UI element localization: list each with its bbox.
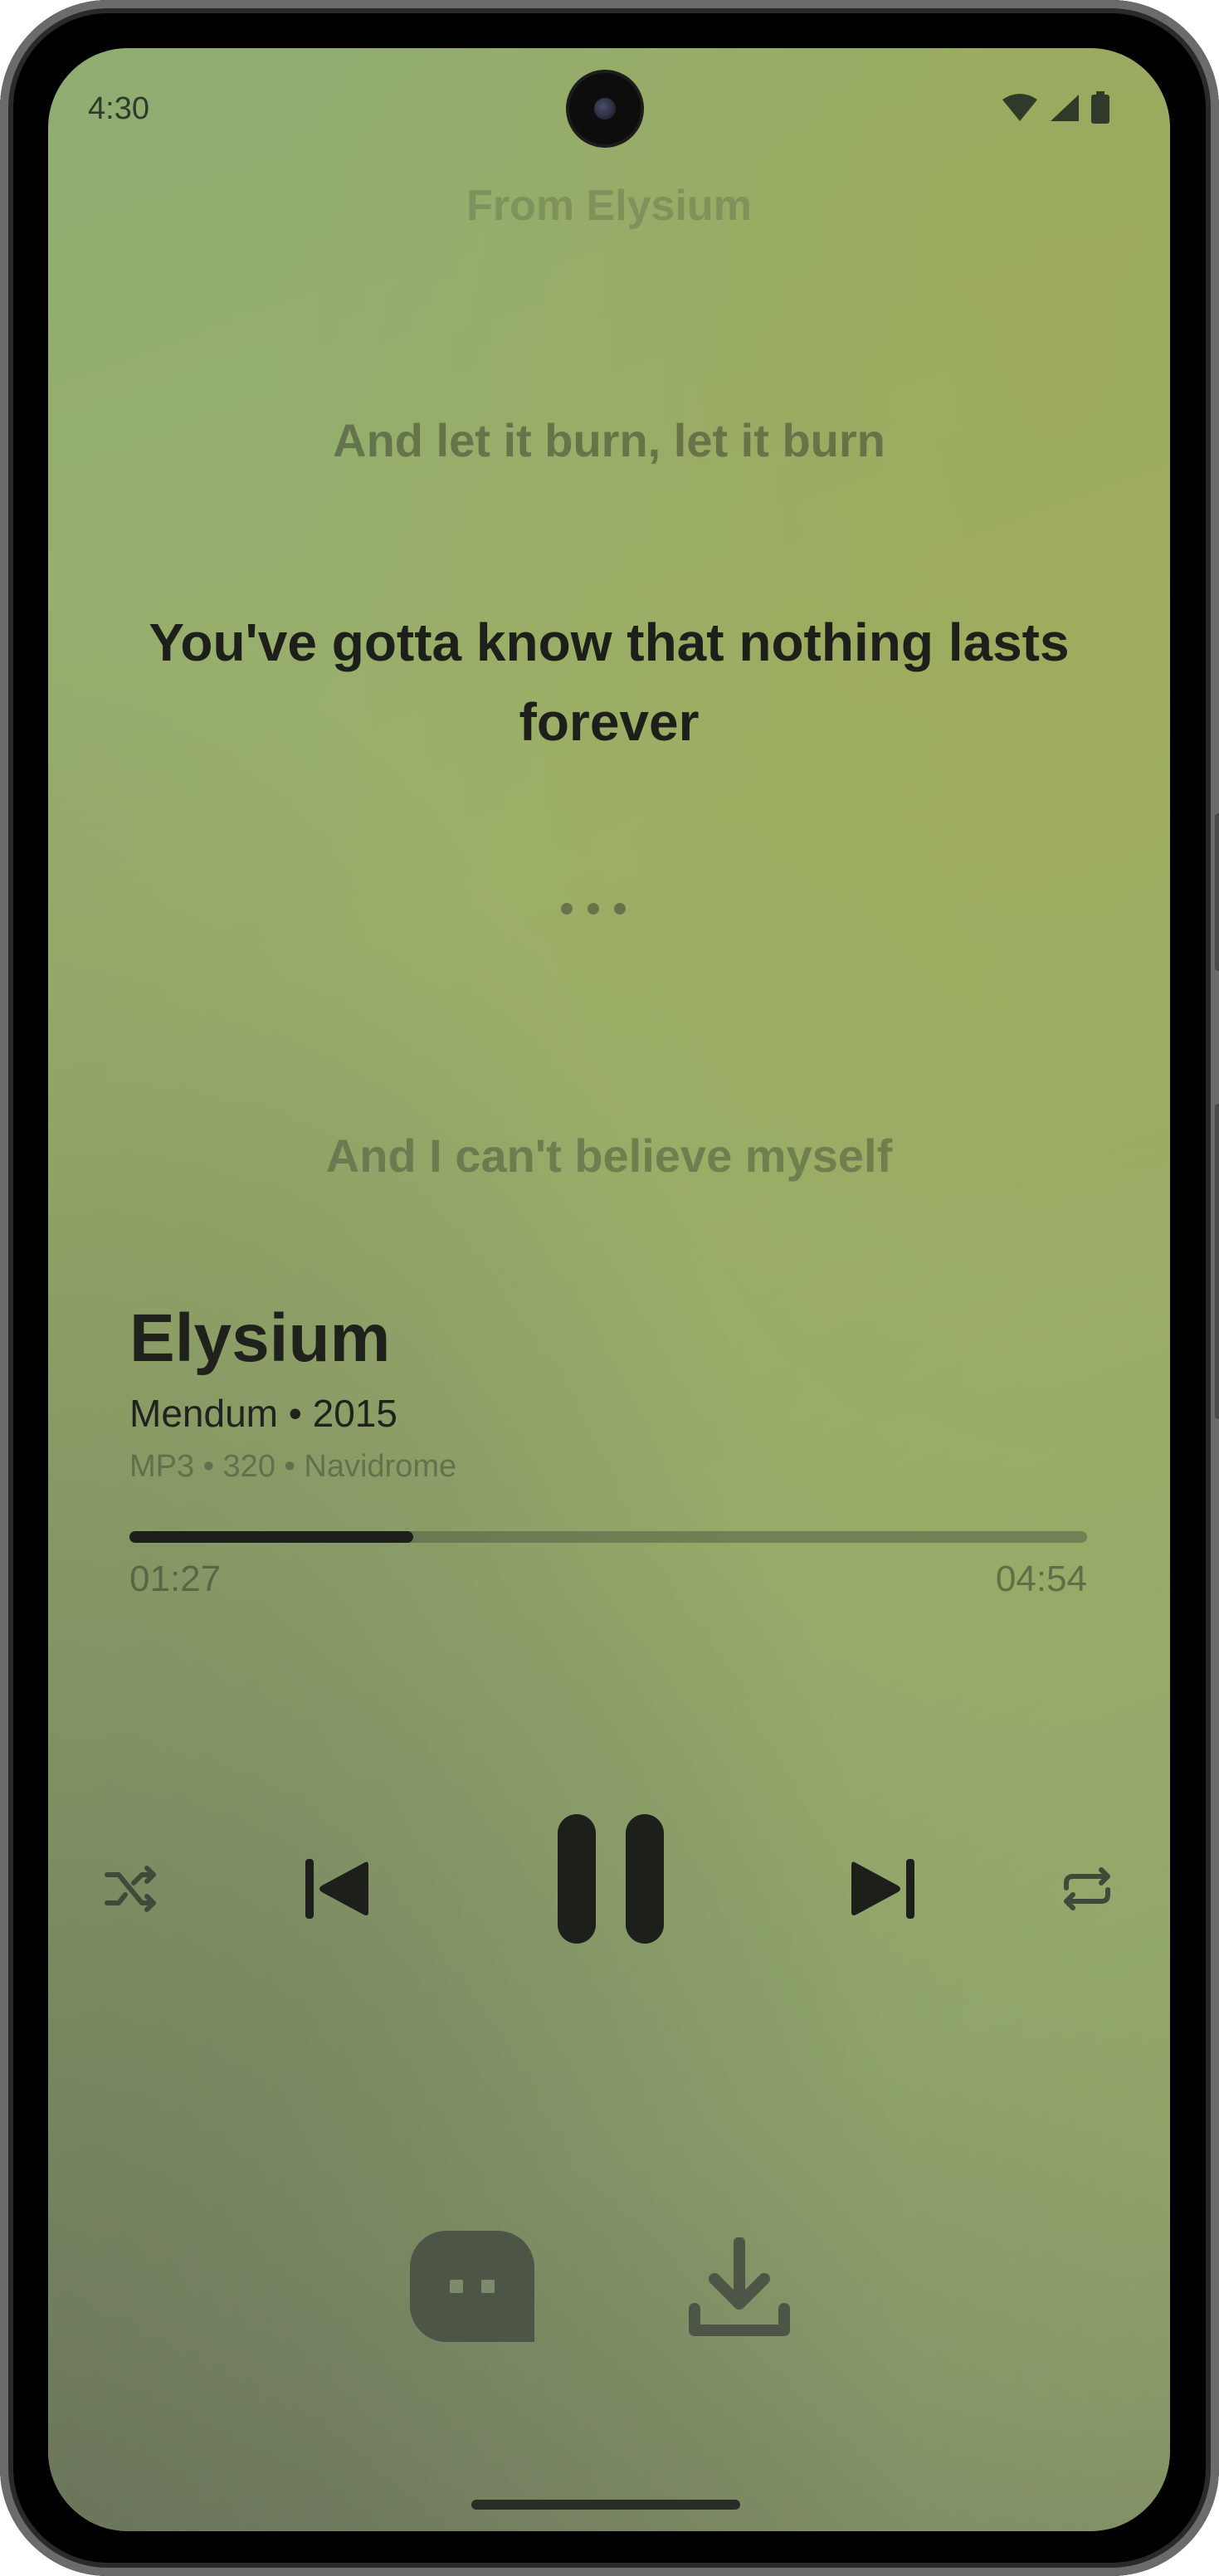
download-icon bbox=[688, 2236, 791, 2343]
track-artist-year[interactable]: Mendum • 2015 bbox=[129, 1391, 397, 1436]
download-button[interactable] bbox=[685, 2236, 793, 2344]
next-button[interactable] bbox=[840, 1847, 926, 1934]
pause-icon bbox=[553, 1812, 669, 1949]
volume-button bbox=[1215, 1104, 1219, 1419]
status-icons bbox=[1001, 91, 1110, 129]
wifi-icon bbox=[1001, 93, 1039, 127]
seek-bar-progress bbox=[129, 1531, 413, 1543]
status-time: 4:30 bbox=[88, 91, 149, 126]
home-indicator[interactable] bbox=[471, 2500, 740, 2510]
lyric-line-current[interactable]: You've gotta know that nothing lasts for… bbox=[131, 603, 1087, 762]
screen: 4:30 From Elysium And let it burn, let i… bbox=[48, 48, 1170, 2531]
elapsed-time: 01:27 bbox=[129, 1559, 222, 1599]
lyrics-button[interactable] bbox=[410, 2231, 534, 2342]
power-button bbox=[1215, 813, 1219, 971]
shuffle-button[interactable] bbox=[100, 1857, 166, 1924]
previous-button[interactable] bbox=[294, 1847, 380, 1934]
skip-previous-icon bbox=[304, 1857, 370, 1925]
lyric-line-previous[interactable]: And let it burn, let it burn bbox=[131, 413, 1087, 467]
cell-signal-icon bbox=[1049, 93, 1080, 127]
battery-icon bbox=[1090, 91, 1110, 129]
lyrics-icon bbox=[450, 2280, 495, 2293]
repeat-button[interactable] bbox=[1054, 1857, 1120, 1924]
lyric-line-next[interactable]: And I can't believe myself bbox=[131, 1129, 1087, 1183]
instrumental-indicator bbox=[561, 903, 626, 915]
skip-next-icon bbox=[850, 1857, 916, 1925]
pause-button[interactable] bbox=[544, 1806, 677, 1955]
repeat-icon bbox=[1060, 1865, 1114, 1917]
track-format: MP3 • 320 • Navidrome bbox=[129, 1449, 457, 1484]
shuffle-icon bbox=[104, 1865, 162, 1917]
total-time: 04:54 bbox=[995, 1559, 1087, 1599]
seek-bar[interactable] bbox=[129, 1531, 1087, 1543]
front-camera bbox=[569, 73, 641, 144]
lyric-line-faded[interactable]: From Elysium bbox=[131, 181, 1087, 231]
track-title: Elysium bbox=[129, 1300, 391, 1376]
